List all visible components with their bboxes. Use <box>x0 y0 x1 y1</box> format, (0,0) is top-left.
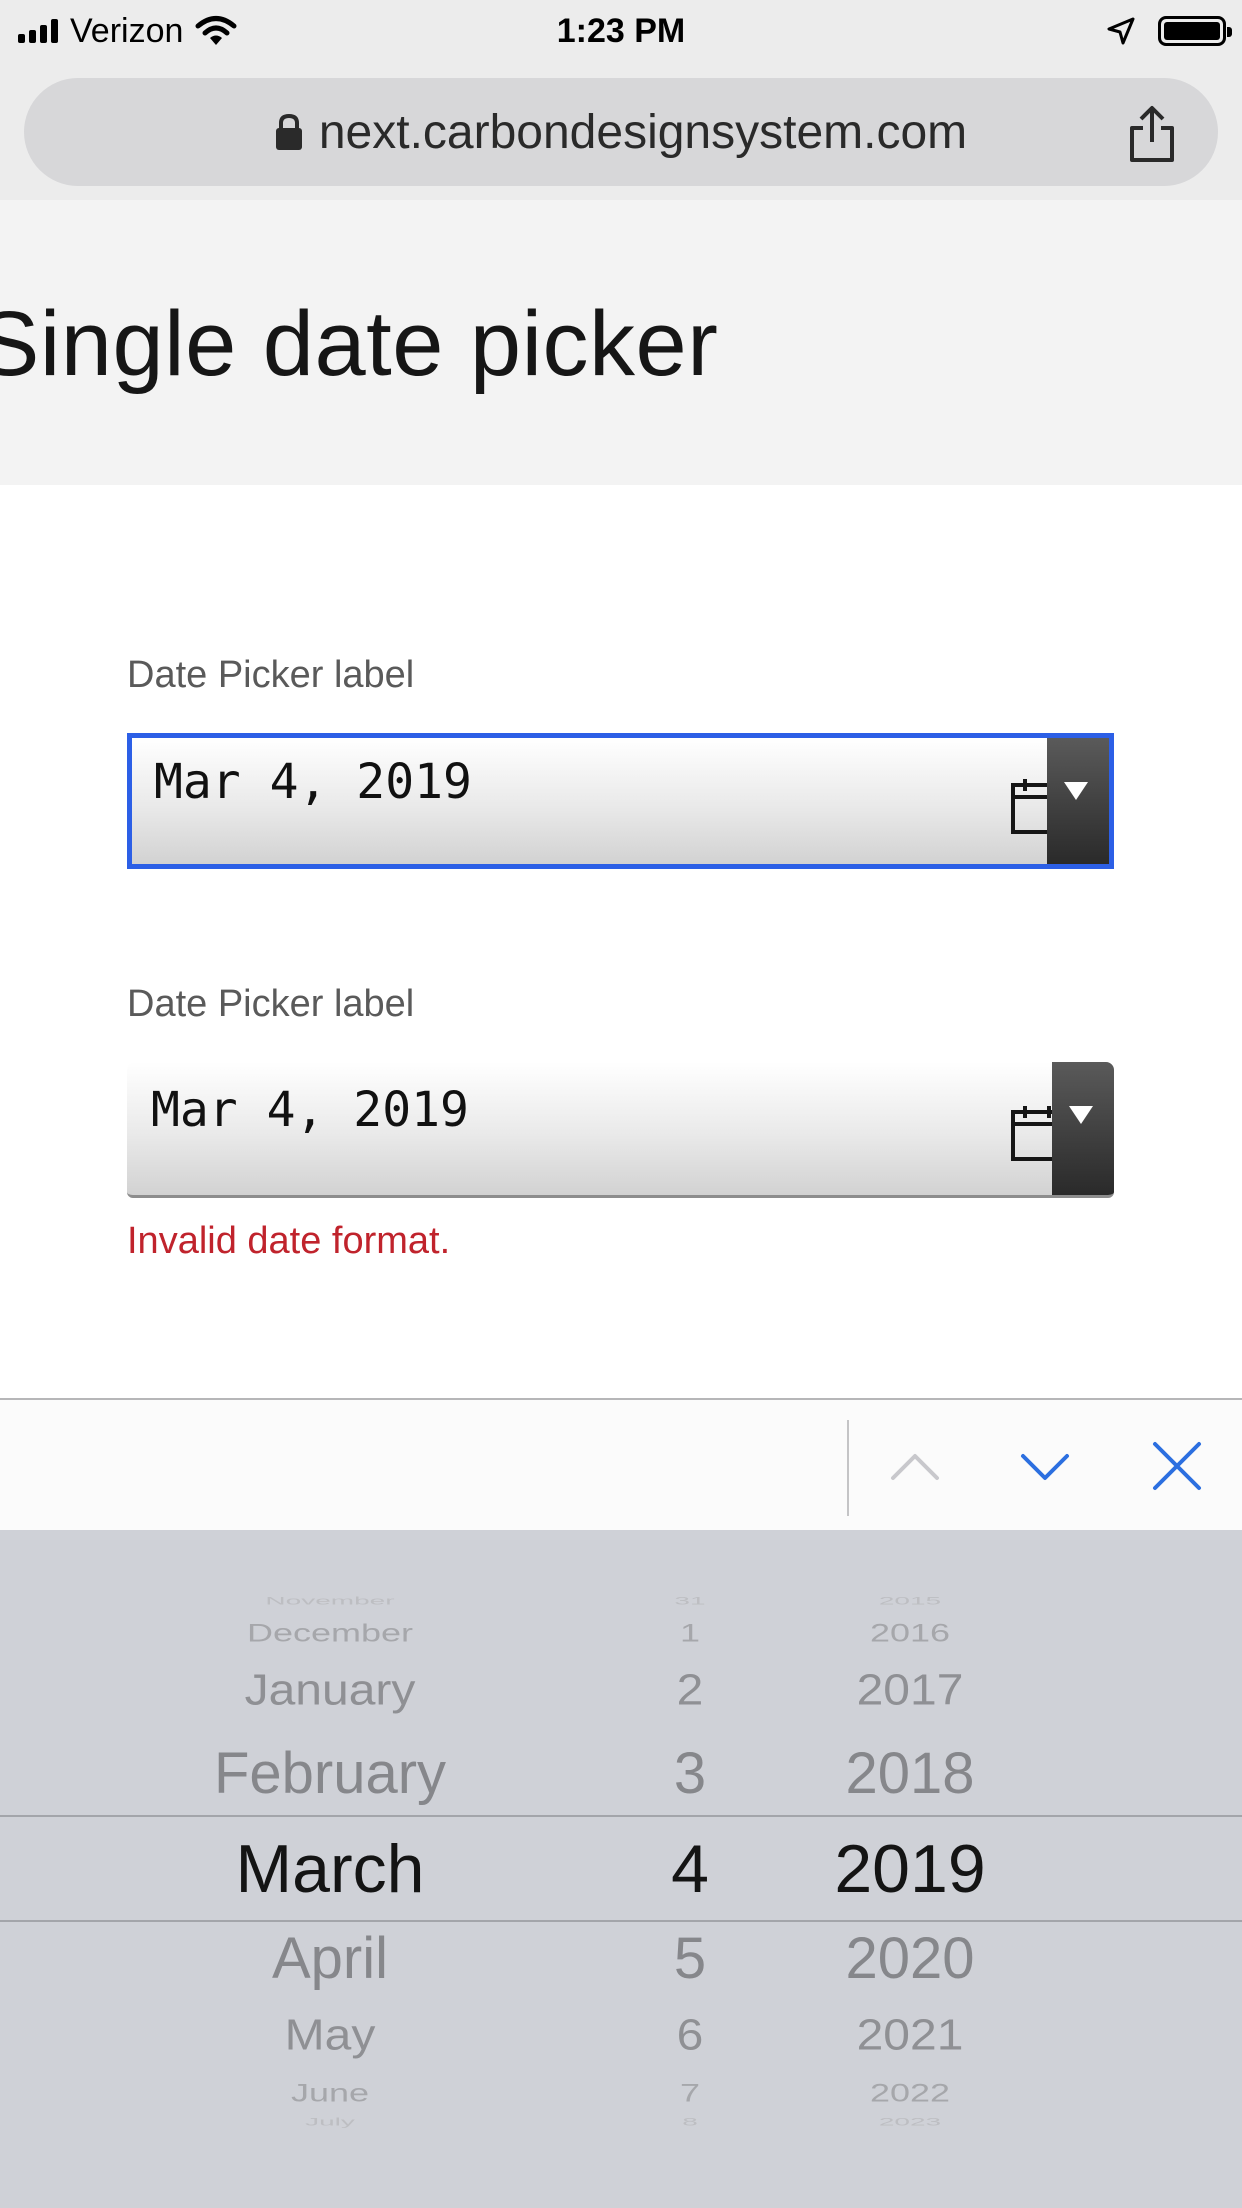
day-selected[interactable]: 4 <box>630 1830 750 1908</box>
page-header: Single date picker <box>0 200 1242 485</box>
month-option[interactable]: July <box>140 2116 520 2129</box>
day-option[interactable]: 3 <box>630 1740 750 1807</box>
keyboard-accessory-bar <box>0 1398 1242 1532</box>
month-option[interactable]: June <box>140 2078 520 2107</box>
date-input-value: Mar 4, 2019 <box>151 1082 469 1138</box>
date-picker-label: Date Picker label <box>127 654 415 696</box>
day-option[interactable]: 5 <box>630 1925 750 1992</box>
accessory-divider <box>847 1420 849 1516</box>
lock-icon <box>275 113 302 150</box>
year-option[interactable]: 2020 <box>790 1925 1030 1992</box>
date-picker-input[interactable]: Mar 4, 2019 <box>127 1062 1114 1198</box>
year-option[interactable]: 2015 <box>790 1595 1030 1608</box>
status-time: 1:23 PM <box>556 12 686 50</box>
year-option[interactable]: 2021 <box>790 2011 1030 2061</box>
month-option[interactable]: April <box>140 1925 520 1992</box>
day-option[interactable]: 7 <box>630 2078 750 2107</box>
status-right-group <box>1106 8 1232 54</box>
date-dropdown-button[interactable] <box>1052 1062 1114 1195</box>
chevron-down-icon[interactable] <box>1013 1434 1077 1498</box>
month-option[interactable]: December <box>140 1618 520 1647</box>
status-bar: Verizon 1:23 PM <box>0 0 1242 62</box>
url-text: next.carbondesignsystem.com <box>318 105 968 159</box>
battery-icon <box>1158 16 1232 46</box>
year-option[interactable]: 2016 <box>790 1618 1030 1647</box>
date-picker-label: Date Picker label <box>127 983 415 1025</box>
address-bar[interactable]: next.carbondesignsystem.com <box>24 78 1218 186</box>
year-option[interactable]: 2018 <box>790 1740 1030 1807</box>
page-title: Single date picker <box>0 293 719 395</box>
year-option[interactable]: 2023 <box>790 2116 1030 2129</box>
selection-line-bottom <box>0 1920 1242 1922</box>
browser-toolbar: next.carbondesignsystem.com <box>0 62 1242 200</box>
error-message: Invalid date format. <box>127 1220 451 1262</box>
date-input-value: Mar 4, 2019 <box>154 754 472 810</box>
month-selected[interactable]: March <box>140 1830 520 1908</box>
year-option[interactable]: 2022 <box>790 2078 1030 2107</box>
month-option[interactable]: November <box>140 1595 520 1608</box>
day-option[interactable]: 6 <box>630 2011 750 2061</box>
date-dropdown-button[interactable] <box>1047 738 1109 864</box>
close-icon[interactable] <box>1145 1434 1209 1498</box>
year-selected[interactable]: 2019 <box>790 1830 1030 1908</box>
month-option[interactable]: January <box>140 1666 520 1716</box>
month-option[interactable]: February <box>140 1740 520 1807</box>
year-option[interactable]: 2017 <box>790 1666 1030 1716</box>
day-option[interactable]: 1 <box>630 1618 750 1647</box>
location-arrow-icon <box>1107 17 1135 45</box>
month-option[interactable]: May <box>140 2011 520 2061</box>
chevron-up-icon[interactable] <box>883 1434 947 1498</box>
day-option[interactable]: 8 <box>630 2116 750 2129</box>
day-option[interactable]: 31 <box>630 1595 750 1608</box>
selection-line-top <box>0 1815 1242 1817</box>
day-option[interactable]: 2 <box>630 1666 750 1716</box>
share-icon[interactable] <box>1122 104 1182 164</box>
date-wheel-picker[interactable]: November December January February March… <box>0 1530 1242 2208</box>
date-picker-input[interactable]: Mar 4, 2019 <box>127 733 1114 869</box>
